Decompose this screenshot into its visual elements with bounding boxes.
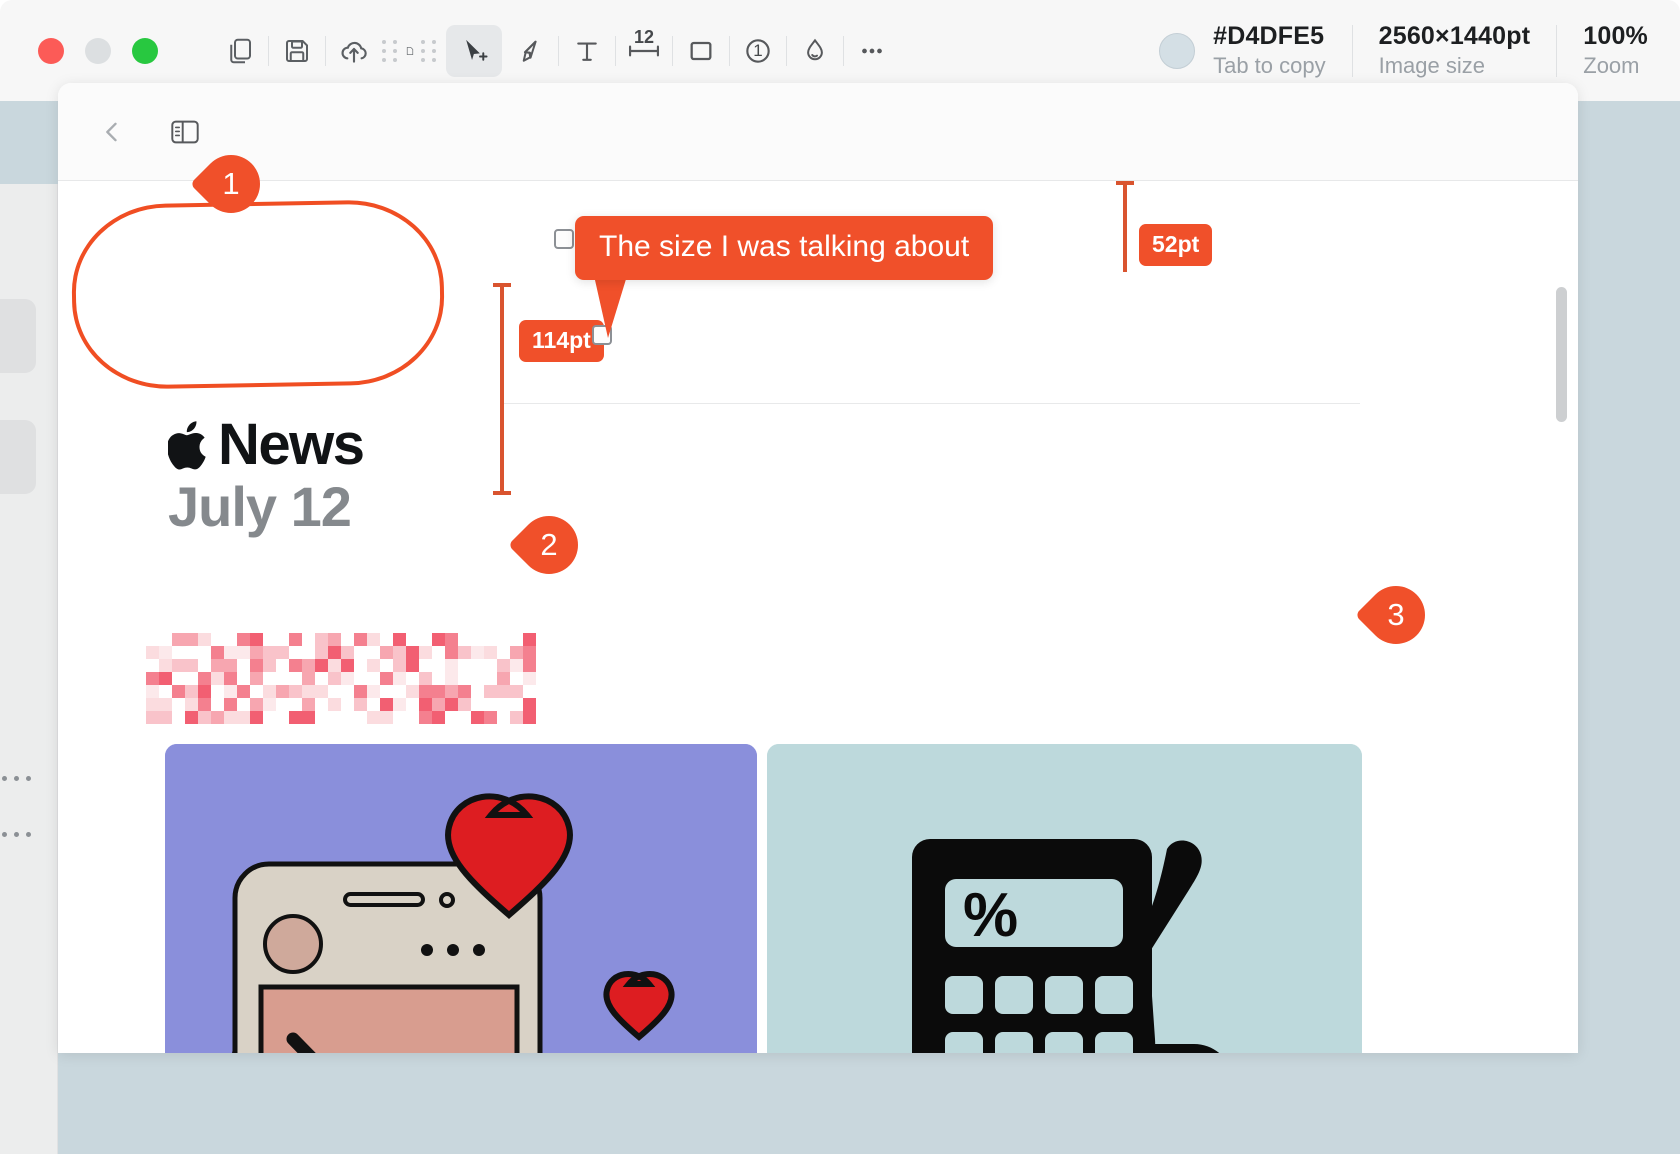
zoom-value: 100% [1583, 22, 1648, 51]
calculator-hand-card[interactable]: % [767, 744, 1362, 1053]
grip-dots-right [421, 40, 438, 62]
maximize-window-button[interactable] [132, 38, 158, 64]
upload-cloud-icon[interactable] [326, 25, 382, 77]
rail-item-placeholder[interactable] [0, 299, 36, 373]
duplicate-icon[interactable] [212, 25, 268, 77]
apple-logo-icon [168, 417, 214, 473]
apple-news-logo: News July 12 [168, 416, 458, 537]
image-size-readout: 2560×1440pt Image size [1353, 22, 1557, 79]
color-readout[interactable]: #D4DFE5 Tab to copy [1213, 22, 1352, 79]
more-tools-icon[interactable] [844, 25, 900, 77]
measure-tool-value: 12 [634, 27, 654, 48]
hero-divider [500, 403, 1360, 404]
outer-sidebar-rail [0, 184, 58, 1154]
rectangle-tool-icon[interactable] [673, 25, 729, 77]
color-swatch[interactable] [1159, 33, 1195, 69]
window-traffic-lights [38, 38, 158, 64]
status-bar: #D4DFE5 Tab to copy 2560×1440pt Image si… [1159, 22, 1654, 79]
zoom-caption: Zoom [1583, 53, 1648, 79]
phone-hearts-illustration [165, 744, 757, 1053]
zoom-readout[interactable]: 100% Zoom [1557, 22, 1654, 79]
captured-app-body: News July 12 [58, 181, 1578, 1053]
vertical-scrollbar[interactable] [1556, 287, 1567, 422]
minimize-window-button[interactable] [85, 38, 111, 64]
rail-overflow-dots[interactable] [2, 832, 31, 837]
rail-item-placeholder[interactable] [0, 420, 36, 494]
phone-hearts-card[interactable] [165, 744, 757, 1053]
captured-screenshot[interactable]: News July 12 [58, 83, 1578, 1053]
calculator-hand-illustration: % [767, 744, 1362, 1053]
color-hex-caption: Tab to copy [1213, 53, 1326, 79]
image-size-value: 2560×1440pt [1379, 22, 1531, 51]
logo-date: July 12 [168, 478, 458, 537]
save-icon[interactable] [269, 25, 325, 77]
crop-page-icon[interactable] [382, 25, 438, 77]
counter-tool-value: 1 [753, 41, 762, 61]
close-window-button[interactable] [38, 38, 64, 64]
blur-tool-icon[interactable] [787, 25, 843, 77]
text-tool-icon[interactable] [559, 25, 615, 77]
highlight-arrow-icon[interactable] [502, 25, 558, 77]
step-counter-icon[interactable]: 1 [730, 25, 786, 77]
svg-text:%: % [963, 881, 1018, 950]
chevron-left-icon[interactable] [90, 110, 134, 154]
measure-tool-icon[interactable]: 12 [616, 25, 672, 77]
logo-word: News [218, 416, 364, 474]
pixelated-redaction [146, 633, 536, 723]
app-root: 12 1 [0, 0, 1680, 1154]
sidebar-toggle-icon[interactable] [162, 110, 208, 154]
image-size-caption: Image size [1379, 53, 1531, 79]
captured-app-header [58, 83, 1578, 181]
grip-dots-left [382, 40, 399, 62]
select-tool-icon[interactable] [446, 25, 502, 77]
color-hex-value: #D4DFE5 [1213, 22, 1326, 51]
rail-overflow-dots[interactable] [2, 776, 31, 781]
